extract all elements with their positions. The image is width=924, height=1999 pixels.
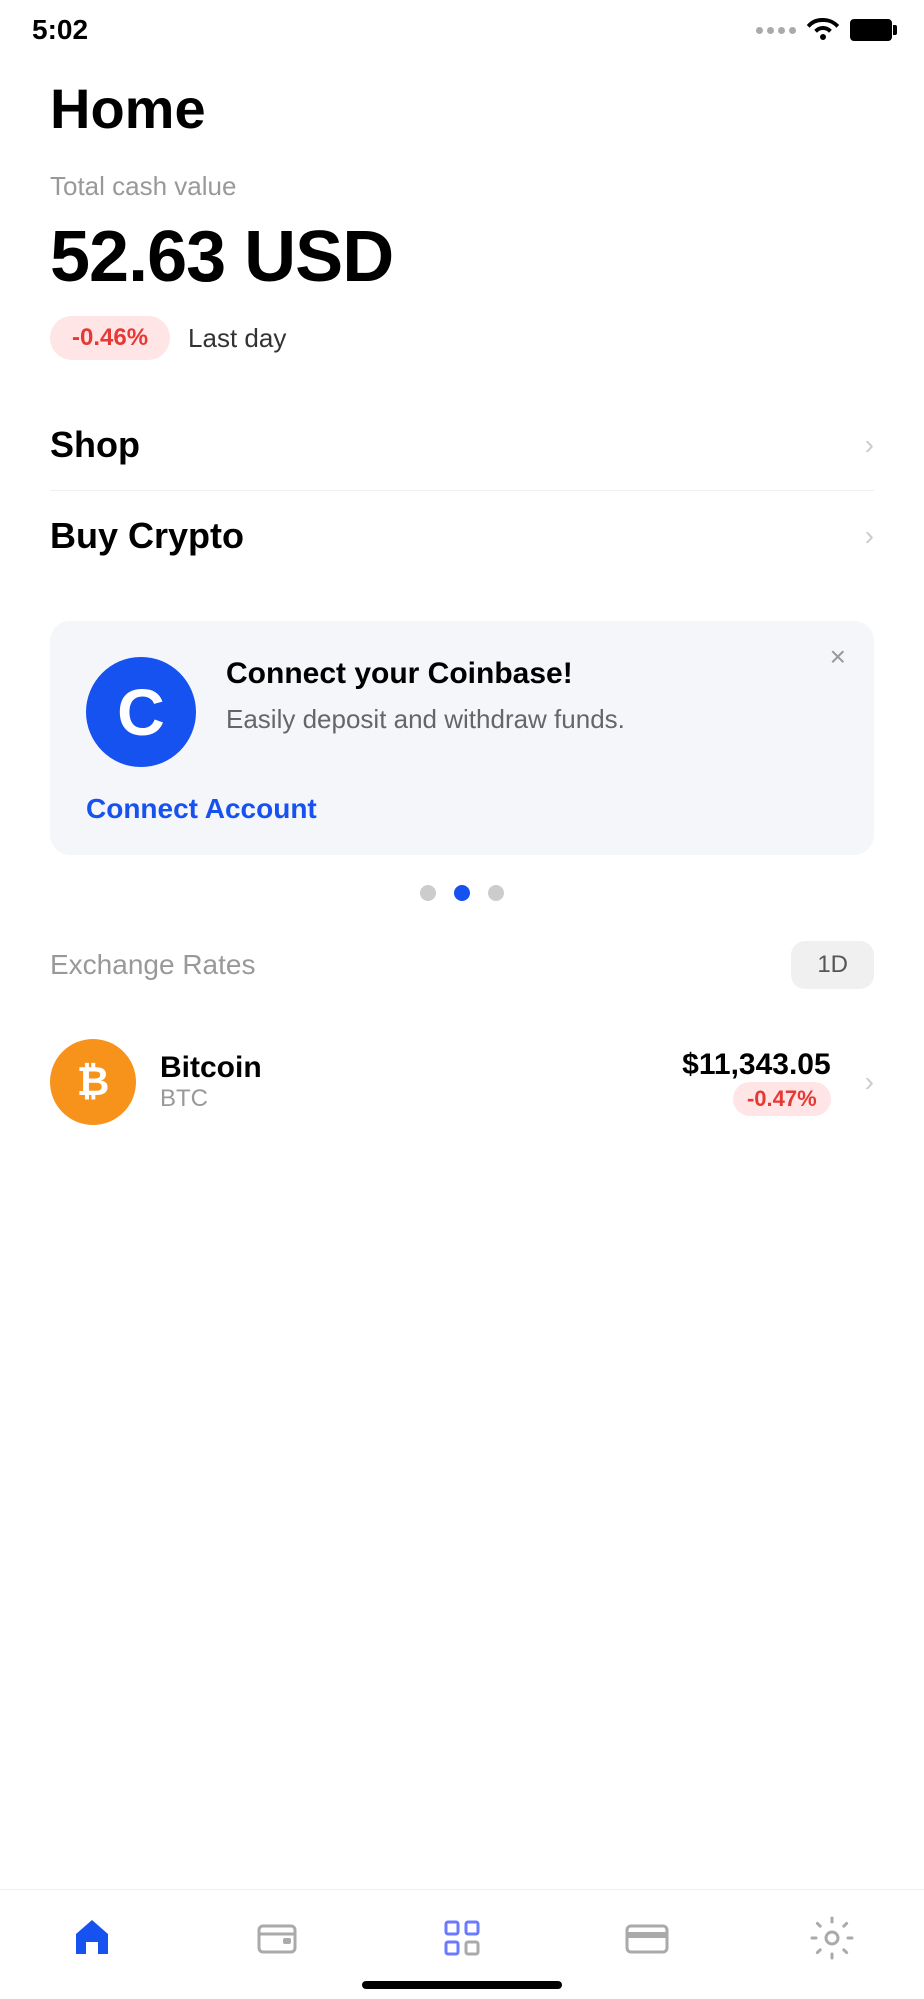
- nav-card[interactable]: [623, 1914, 671, 1962]
- scan-icon: [438, 1914, 486, 1962]
- wifi-icon: [806, 14, 840, 47]
- time-filter[interactable]: 1D: [791, 941, 874, 989]
- bitcoin-change: -0.47%: [733, 1082, 831, 1116]
- dot-1: [420, 885, 436, 901]
- nav-home[interactable]: [68, 1914, 116, 1962]
- card-body: C Connect your Coinbase! Easily deposit …: [86, 657, 838, 767]
- home-indicator: [362, 1981, 562, 1989]
- nav-scan[interactable]: [438, 1914, 486, 1962]
- coinbase-card: × C Connect your Coinbase! Easily deposi…: [50, 621, 874, 855]
- gear-icon: [808, 1914, 856, 1962]
- bitcoin-chevron-icon: ›: [865, 1066, 874, 1098]
- bitcoin-name: Bitcoin: [160, 1051, 658, 1085]
- buy-crypto-label: Buy Crypto: [50, 515, 244, 557]
- change-badge: -0.46%: [50, 316, 170, 360]
- card-text: Connect your Coinbase! Easily deposit an…: [226, 657, 838, 737]
- bitcoin-ticker: BTC: [160, 1085, 658, 1113]
- connect-account-link[interactable]: Connect Account: [86, 793, 838, 825]
- exchange-section: Exchange Rates 1D ₿ Bitcoin BTC $11,343.…: [0, 941, 924, 1145]
- shop-link[interactable]: Shop ›: [50, 400, 874, 491]
- dot-3: [488, 885, 504, 901]
- buy-crypto-chevron-icon: ›: [865, 520, 874, 552]
- change-row: -0.46% Last day: [50, 316, 874, 360]
- total-cash-value: 52.63 USD: [50, 216, 874, 298]
- nav-wallet[interactable]: [253, 1914, 301, 1962]
- card-icon: [623, 1914, 671, 1962]
- nav-settings[interactable]: [808, 1914, 856, 1962]
- home-icon: [68, 1914, 116, 1962]
- main-content: Home Total cash value 52.63 USD -0.46% L…: [0, 56, 924, 901]
- bitcoin-price-col: $11,343.05 -0.47%: [682, 1048, 831, 1116]
- bitcoin-symbol: ₿: [77, 1060, 110, 1105]
- bitcoin-info: Bitcoin BTC: [160, 1051, 658, 1113]
- exchange-header: Exchange Rates 1D: [50, 941, 874, 989]
- status-time: 5:02: [32, 14, 88, 46]
- card-title: Connect your Coinbase!: [226, 657, 838, 691]
- page-title: Home: [50, 76, 874, 141]
- bitcoin-price: $11,343.05: [682, 1048, 831, 1082]
- shop-label: Shop: [50, 424, 140, 466]
- shop-chevron-icon: ›: [865, 429, 874, 461]
- status-bar: 5:02: [0, 0, 924, 56]
- dot-2: [454, 885, 470, 901]
- wallet-icon: [253, 1914, 301, 1962]
- total-cash-label: Total cash value: [50, 171, 874, 202]
- change-period: Last day: [188, 323, 286, 354]
- status-icons: [756, 14, 892, 47]
- battery-icon: [850, 19, 892, 41]
- bitcoin-row[interactable]: ₿ Bitcoin BTC $11,343.05 -0.47% ›: [50, 1019, 874, 1145]
- exchange-title: Exchange Rates: [50, 949, 255, 981]
- buy-crypto-link[interactable]: Buy Crypto ›: [50, 491, 874, 581]
- signal-icon: [756, 27, 796, 34]
- card-description: Easily deposit and withdraw funds.: [226, 701, 838, 737]
- close-button[interactable]: ×: [830, 643, 846, 671]
- coinbase-logo: C: [86, 657, 196, 767]
- coinbase-logo-letter: C: [117, 674, 165, 750]
- bitcoin-icon: ₿: [50, 1039, 136, 1125]
- pagination-dots: [50, 885, 874, 901]
